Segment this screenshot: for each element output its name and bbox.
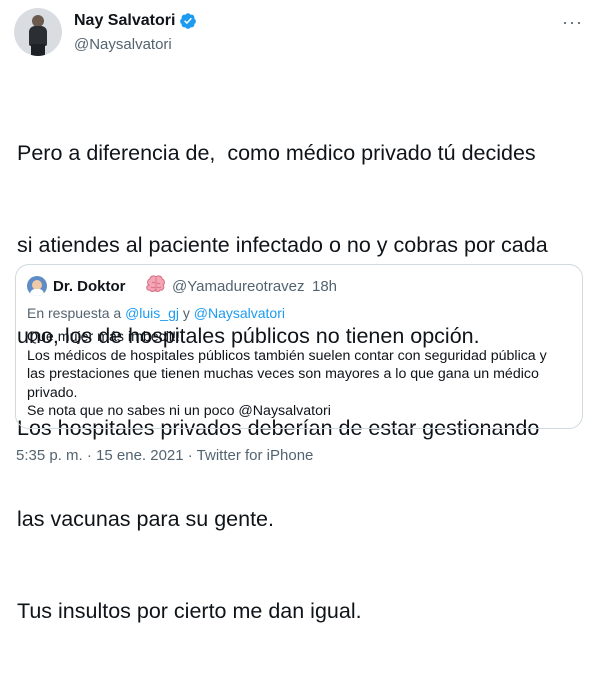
tweet-metadata[interactable]: 5:35 p. m. · 15 ene. 2021 · Twitter for … bbox=[16, 447, 313, 464]
quoted-line: Que mujer más imbecil!! bbox=[27, 329, 180, 345]
quoted-author-handle[interactable]: @Yamadureotravez bbox=[172, 278, 305, 295]
quoted-tweet[interactable]: Dr. Doktor @Yamadureotravez · 18h En res… bbox=[15, 264, 583, 429]
quoted-author-name[interactable]: Dr. Doktor bbox=[53, 278, 126, 295]
author-avatar[interactable] bbox=[14, 8, 62, 56]
brain-emoji-icon bbox=[146, 275, 165, 292]
more-options-icon[interactable]: ··· bbox=[562, 12, 583, 33]
quoted-line: Los médicos de hospitales públicos tambi… bbox=[27, 347, 547, 364]
tweet-card: Nay Salvatori @Naysalvatori ··· Pero a d… bbox=[0, 0, 599, 623]
author-name-row: Nay Salvatori bbox=[74, 12, 197, 30]
reply-prefix: En respuesta a bbox=[27, 305, 122, 321]
author-handle[interactable]: @Naysalvatori bbox=[74, 36, 172, 53]
reply-joiner: y bbox=[182, 305, 190, 321]
author-name[interactable]: Nay Salvatori bbox=[74, 12, 175, 30]
quoted-line: las prestaciones que tienen muchas veces… bbox=[27, 366, 539, 383]
quoted-line: privado. bbox=[27, 384, 78, 401]
verified-badge-icon bbox=[180, 13, 197, 29]
tweet-line: Pero a diferencia de, como médico privad… bbox=[17, 141, 536, 165]
quoted-timestamp[interactable]: 18h bbox=[312, 278, 337, 295]
reply-context: En respuesta a @luis_gj y @Naysalvatori bbox=[27, 305, 285, 321]
tweet-line: las vacunas para su gente. bbox=[17, 507, 274, 531]
reply-user-link[interactable]: @Naysalvatori bbox=[194, 305, 285, 321]
reply-user-link[interactable]: @luis_gj bbox=[125, 305, 179, 321]
quoted-avatar[interactable] bbox=[27, 276, 47, 296]
tweet-line: si atiendes al paciente infectado o no y… bbox=[17, 232, 548, 257]
quoted-text: Que mujer más imbecil!! Los médicos de h… bbox=[27, 328, 577, 421]
quoted-line: Se nota que no sabes ni un poco @Naysalv… bbox=[27, 403, 331, 420]
tweet-line: Tus insultos por cierto me dan igual. bbox=[17, 598, 362, 623]
quoted-separator: · bbox=[298, 278, 303, 295]
